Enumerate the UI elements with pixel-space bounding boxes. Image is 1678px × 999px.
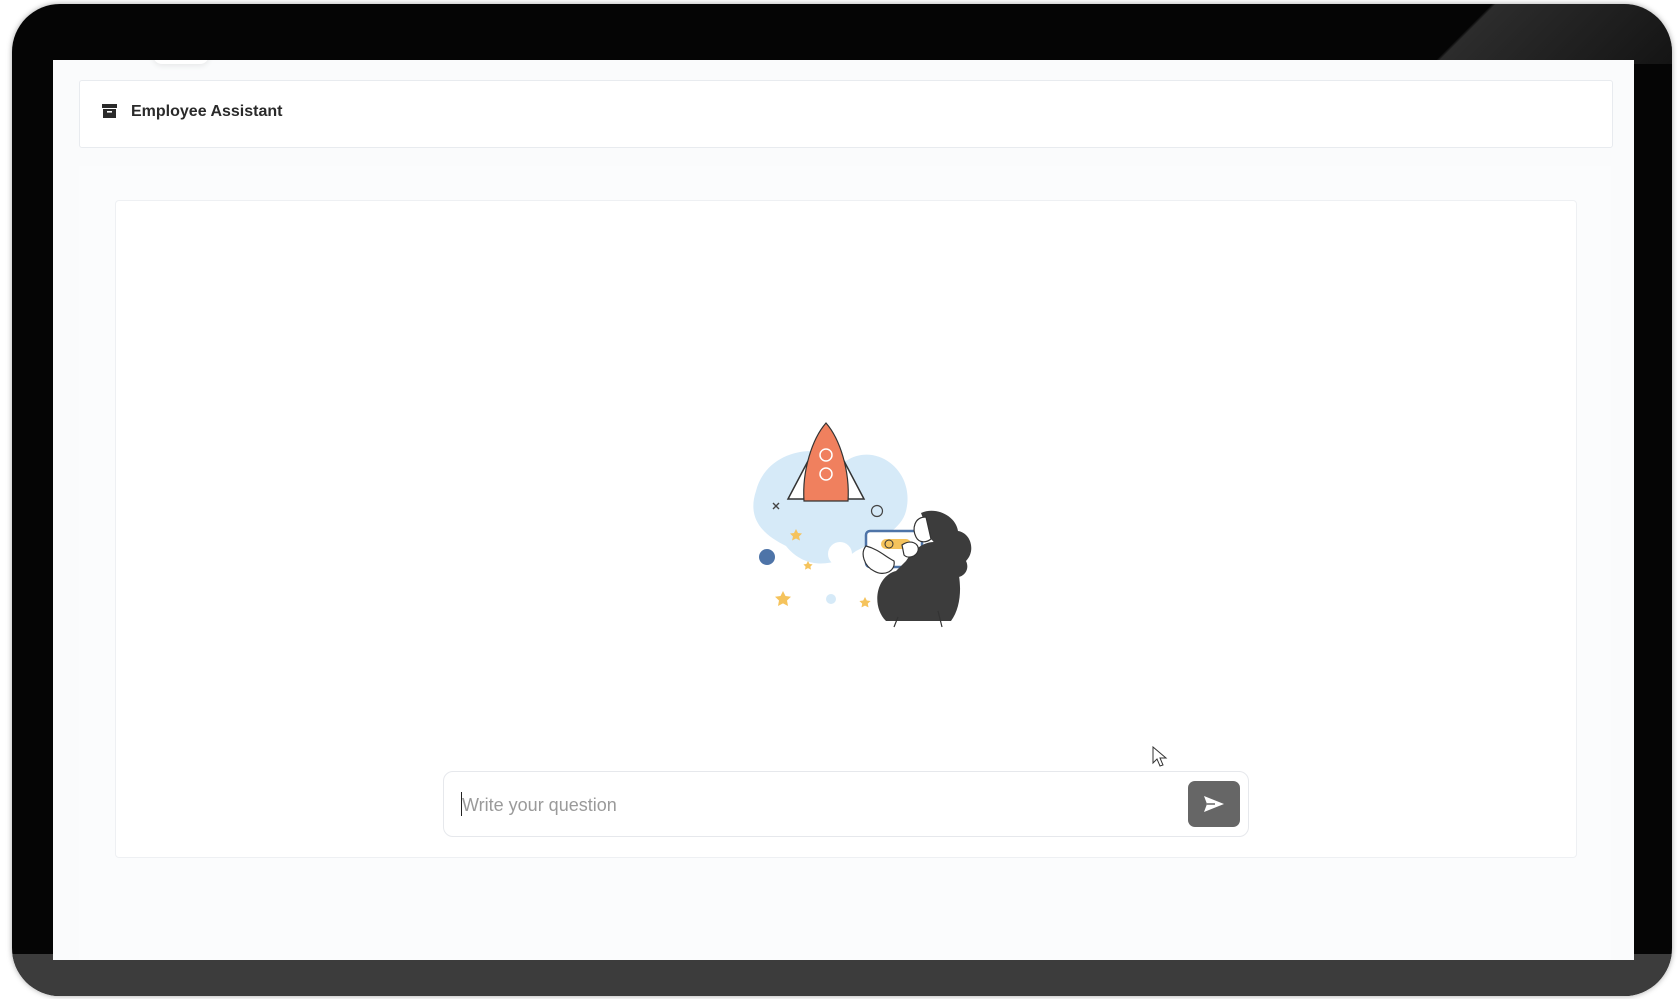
page-header: Employee Assistant bbox=[79, 80, 1613, 148]
page-title: Employee Assistant bbox=[131, 103, 283, 120]
device-bezel-bottom bbox=[12, 954, 1672, 996]
send-icon bbox=[1204, 796, 1224, 812]
mouse-pointer-icon bbox=[1152, 746, 1168, 767]
question-input-bar bbox=[443, 771, 1249, 837]
archive-icon bbox=[102, 104, 117, 118]
text-caret bbox=[461, 792, 462, 816]
topbar-stub bbox=[153, 60, 209, 64]
content-area bbox=[79, 166, 1611, 960]
question-input[interactable] bbox=[460, 784, 1164, 826]
chat-panel bbox=[115, 200, 1577, 858]
send-button[interactable] bbox=[1188, 781, 1240, 827]
device-glare bbox=[1332, 4, 1672, 64]
device-frame: Employee Assistant bbox=[12, 4, 1672, 996]
rocket-and-woman-illustration bbox=[753, 422, 972, 628]
app-screen: Employee Assistant bbox=[53, 60, 1634, 960]
